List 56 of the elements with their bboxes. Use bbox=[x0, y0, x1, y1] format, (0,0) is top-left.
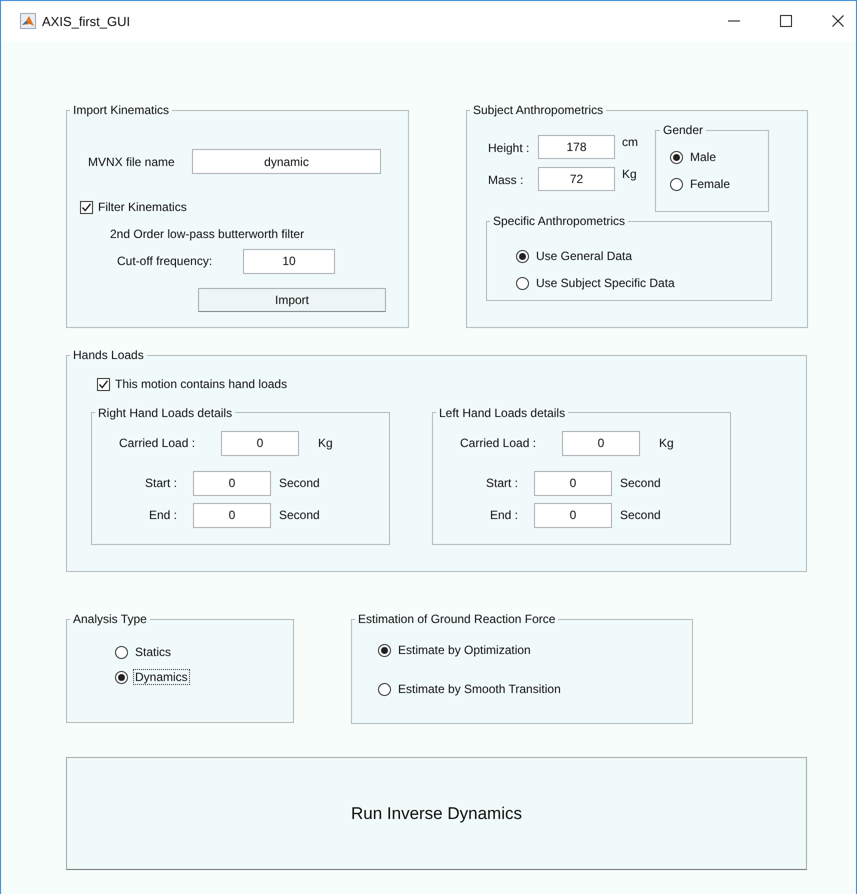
checkbox[interactable]: This motion contains hand loads bbox=[97, 377, 288, 391]
panel-title: Right Hand Loads details bbox=[97, 406, 234, 420]
file-name-field[interactable]: dynamic bbox=[192, 149, 381, 174]
window-title: AXIS_first_GUI bbox=[42, 14, 130, 28]
panel-title: Subject Anthropometrics bbox=[472, 103, 604, 117]
checkbox[interactable]: Filter Kinematics bbox=[80, 200, 187, 214]
start-field[interactable]: 0 bbox=[193, 470, 271, 496]
panel-title: Gender bbox=[662, 123, 704, 137]
field-label: MVNX file name bbox=[88, 154, 176, 168]
unit-label: Kg bbox=[659, 436, 674, 450]
unit-label: Kg bbox=[622, 167, 637, 181]
measure-field[interactable]: 178 bbox=[538, 135, 615, 159]
radio-option[interactable]: Statics bbox=[115, 644, 174, 660]
field-label: Start : bbox=[484, 476, 519, 490]
field-label: Carried Load : bbox=[118, 436, 196, 450]
cutoff-field[interactable]: 10 bbox=[243, 248, 335, 274]
check-icon bbox=[98, 378, 109, 390]
load-field[interactable]: 0 bbox=[221, 430, 299, 456]
minimize-icon[interactable] bbox=[728, 20, 740, 22]
panel-title: Specific Anthropometrics bbox=[492, 214, 626, 228]
run-button[interactable]: Run Inverse Dynamics bbox=[66, 757, 807, 870]
field-label: Start : bbox=[144, 476, 178, 490]
close-icon[interactable] bbox=[832, 15, 844, 27]
unit-label: Kg bbox=[318, 436, 333, 450]
field-label: End : bbox=[488, 508, 519, 522]
unit-label: Second bbox=[279, 476, 320, 490]
measure-field[interactable]: 72 bbox=[538, 167, 615, 191]
check-icon bbox=[81, 202, 92, 212]
panel-title: Analysis Type bbox=[72, 612, 148, 626]
unit-label: Second bbox=[620, 508, 661, 522]
radio-option[interactable]: Male bbox=[670, 149, 718, 165]
radio-option[interactable]: Use Subject Specific Data bbox=[516, 275, 677, 291]
field-label: Carried Load : bbox=[459, 436, 538, 450]
start-field[interactable]: 0 bbox=[534, 470, 612, 496]
radio-option[interactable]: Estimate by Optimization bbox=[378, 642, 533, 658]
panel-title: Import Kinematics bbox=[72, 103, 170, 117]
panel-title: Hands Loads bbox=[72, 348, 145, 362]
field-label: Cut-off frequency: bbox=[117, 254, 214, 268]
field-label: Height : bbox=[488, 140, 530, 155]
unit-label: Second bbox=[279, 508, 320, 522]
panel-title: Estimation of Ground Reaction Force bbox=[357, 612, 556, 626]
radio-option[interactable]: Female bbox=[670, 176, 732, 192]
load-field[interactable]: 0 bbox=[562, 430, 640, 456]
end-field[interactable]: 0 bbox=[534, 502, 612, 528]
end-field[interactable]: 0 bbox=[193, 502, 271, 528]
import-button[interactable]: Import bbox=[198, 288, 386, 312]
panel-title: Left Hand Loads details bbox=[438, 406, 566, 420]
unit-label: cm bbox=[622, 135, 638, 149]
field-label: Mass : bbox=[488, 172, 524, 187]
app-icon bbox=[20, 13, 36, 29]
field-label: End : bbox=[148, 508, 178, 522]
maximize-icon[interactable] bbox=[780, 15, 792, 27]
radio-option[interactable]: Estimate by Smooth Transition bbox=[378, 681, 563, 697]
radio-option[interactable]: Use General Data bbox=[516, 248, 634, 264]
unit-label: Second bbox=[620, 476, 661, 490]
filter-note: 2nd Order low-pass butterworth filter bbox=[110, 226, 304, 240]
